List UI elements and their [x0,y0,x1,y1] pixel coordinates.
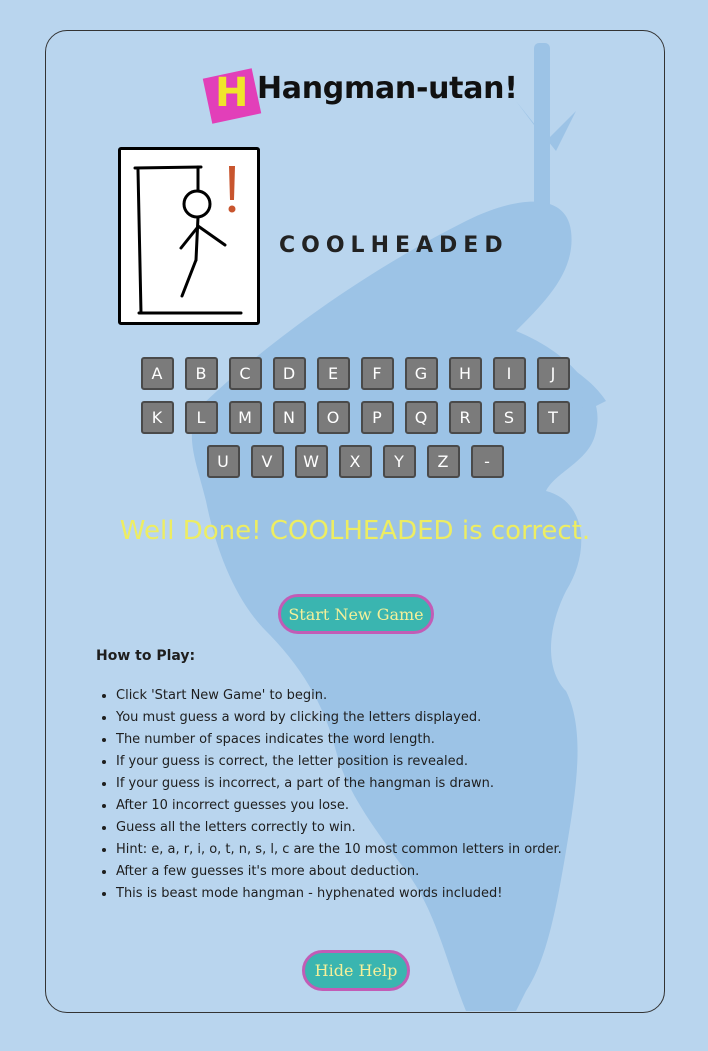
page-title: Hangman-utan! [257,71,518,106]
start-new-game-button[interactable]: Start New Game [278,594,434,634]
rule-item: If your guess is correct, the letter pos… [116,751,562,773]
rule-item: This is beast mode hangman - hyphenated … [116,883,562,905]
key-e[interactable]: E [316,357,350,390]
letter-keyboard: A B C D E F G H I J K L M N O P Q R S T … [46,357,664,489]
hangman-drawing [118,147,260,325]
rule-item: The number of spaces indicates the word … [116,729,562,751]
key-r[interactable]: R [448,401,482,434]
hangman-head [182,189,212,219]
key-i[interactable]: I [492,357,526,390]
rule-item: After 10 incorrect guesses you lose. [116,795,562,817]
key-f[interactable]: F [360,357,394,390]
key-n[interactable]: N [272,401,306,434]
how-to-play-list: Click 'Start New Game' to begin. You mus… [96,685,562,905]
how-to-play-heading: How to Play: [96,648,196,664]
rule-item: If your guess is incorrect, a part of th… [116,773,562,795]
word-display: COOLHEADED [279,233,509,258]
key-y[interactable]: Y [382,445,416,478]
logo-letter: H [215,70,249,116]
gallows-beam [133,165,203,170]
key-v[interactable]: V [250,445,284,478]
key-hyphen[interactable]: - [470,445,504,478]
hangman-left-leg [180,258,198,298]
key-z[interactable]: Z [426,445,460,478]
key-q[interactable]: Q [404,401,438,434]
title-row: H Hangman-utan! [46,68,664,124]
key-g[interactable]: G [404,357,438,390]
rule-item: Hint: e, a, r, i, o, t, n, s, l, c are t… [116,839,562,861]
key-a[interactable]: A [140,357,174,390]
rule-item: Guess all the letters correctly to win. [116,817,562,839]
key-j[interactable]: J [536,357,570,390]
exclamation-mark [229,166,235,200]
hangman-body [194,215,200,262]
rule-item: You must guess a word by clicking the le… [116,707,562,729]
keyboard-row-2: K L M N O P Q R S T [46,401,664,434]
rule-item: After a few guesses it's more about dedu… [116,861,562,883]
hangman-figure [133,165,243,315]
rule-item: Click 'Start New Game' to begin. [116,685,562,707]
key-w[interactable]: W [294,445,328,478]
key-o[interactable]: O [316,401,350,434]
key-m[interactable]: M [228,401,262,434]
key-p[interactable]: P [360,401,394,434]
key-x[interactable]: X [338,445,372,478]
key-l[interactable]: L [184,401,218,434]
hide-help-button[interactable]: Hide Help [302,950,410,991]
keyboard-row-1: A B C D E F G H I J [46,357,664,390]
key-u[interactable]: U [206,445,240,478]
key-c[interactable]: C [228,357,262,390]
key-t[interactable]: T [536,401,570,434]
game-card: H Hangman-utan! COOLHEADED A B C D E F G… [45,30,665,1013]
key-s[interactable]: S [492,401,526,434]
logo: H [202,68,262,124]
key-b[interactable]: B [184,357,218,390]
key-k[interactable]: K [140,401,174,434]
key-h[interactable]: H [448,357,482,390]
hangman-left-arm [179,226,199,250]
keyboard-row-3: U V W X Y Z - [46,445,664,478]
result-message: Well Done! COOLHEADED is correct. [119,516,591,546]
hangman-right-arm [196,224,227,247]
gallows-post [136,168,143,315]
key-d[interactable]: D [272,357,306,390]
